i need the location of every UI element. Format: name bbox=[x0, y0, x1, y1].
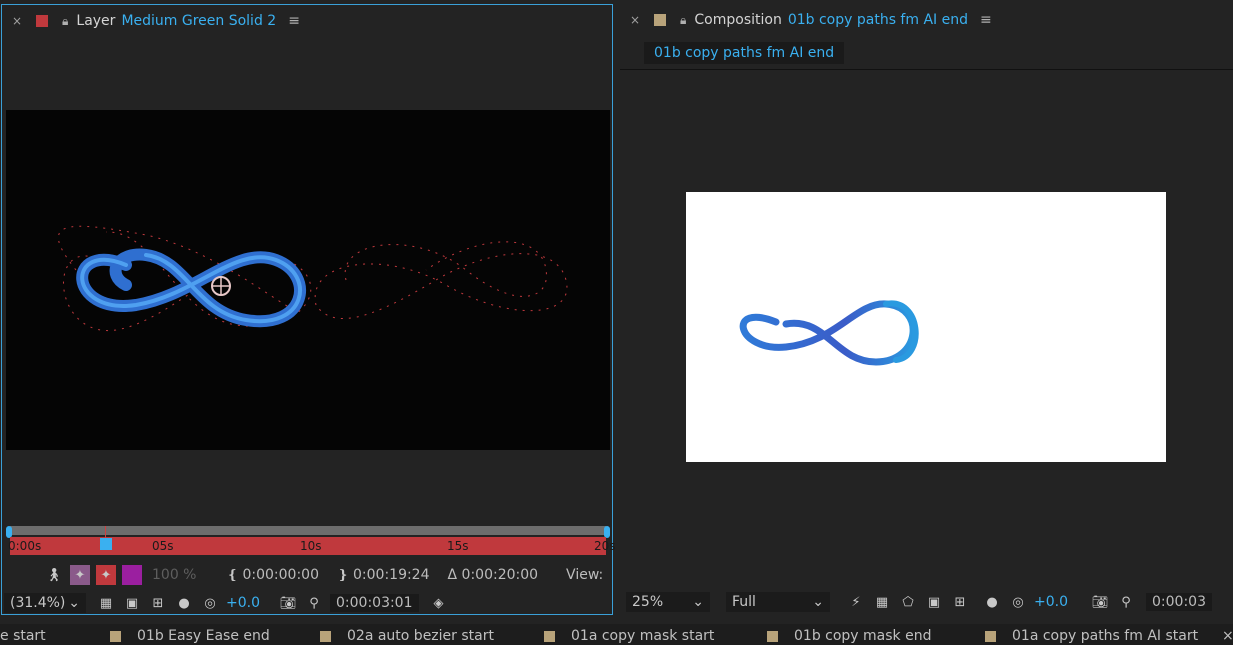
color-chip-icon[interactable] bbox=[122, 565, 142, 585]
label-color-swatch bbox=[320, 630, 331, 642]
exposure-reset-icon[interactable]: ◎ bbox=[1008, 592, 1028, 612]
mask-path-visibility-icon[interactable]: ⬠ bbox=[898, 592, 918, 612]
lock-icon[interactable]: 🔒︎ bbox=[680, 13, 686, 28]
magnification-value: 25% bbox=[632, 594, 664, 610]
close-icon[interactable]: × bbox=[12, 14, 26, 28]
tick-label: 05s bbox=[152, 539, 174, 553]
current-time-indicator[interactable] bbox=[100, 538, 112, 550]
timeline-tab[interactable]: e start bbox=[0, 628, 46, 644]
panel-menu-icon[interactable]: ≡ bbox=[288, 13, 300, 29]
chevron-down-icon: ⌄ bbox=[692, 594, 704, 610]
transparency-grid-icon[interactable]: ▦ bbox=[96, 593, 116, 613]
transparency-grid-icon[interactable]: ▦ bbox=[872, 592, 892, 612]
composition-tab[interactable]: × 🔒︎ Composition 01b copy paths fm AI en… bbox=[620, 4, 1233, 36]
resolution-value: Full bbox=[732, 594, 756, 610]
out-point-timecode[interactable]: 0:00:19:24 bbox=[353, 567, 430, 583]
magnification-dropdown[interactable]: (31.4%) ⌄ bbox=[4, 593, 86, 613]
infinity-ribbon-artwork bbox=[739, 300, 919, 366]
timeline-tab-label: 01b Easy Ease end bbox=[137, 628, 270, 644]
timeline-tab-label: 01a copy paths fm AI start bbox=[1012, 628, 1199, 644]
tick-label: 0:00s bbox=[8, 539, 42, 553]
motion-path-artwork bbox=[57, 225, 568, 331]
magnification-dropdown[interactable]: 25% ⌄ bbox=[626, 592, 710, 612]
tick-label: 15s bbox=[447, 539, 469, 553]
timeline-tab-label: e start bbox=[0, 628, 46, 644]
exposure-value[interactable]: +0.0 bbox=[226, 595, 260, 611]
timeline-tab-label: 01b copy mask end bbox=[794, 628, 932, 644]
panel-type-label: Layer bbox=[76, 13, 116, 29]
resolution-dropdown[interactable]: Full ⌄ bbox=[726, 592, 830, 612]
render-toggle-icon[interactable]: ◈ bbox=[429, 593, 449, 613]
current-timecode[interactable]: 0:00:03:01 bbox=[330, 594, 419, 612]
work-area-bar[interactable] bbox=[10, 526, 606, 535]
composition-name: 01b copy paths fm AI end bbox=[787, 12, 968, 28]
timeline-tab-label: 02a auto bezier start bbox=[347, 628, 494, 644]
label-color-swatch[interactable] bbox=[654, 14, 666, 26]
tick-label: 10s bbox=[300, 539, 322, 553]
layer-panel: × 🔒︎ Layer Medium Green Solid 2 ≡ 0:00s bbox=[1, 4, 616, 615]
exposure-value[interactable]: +0.0 bbox=[1034, 594, 1068, 610]
camera-icon[interactable]: 📷︎ bbox=[278, 593, 298, 613]
puppet-starch-icon[interactable]: ✦ bbox=[96, 565, 116, 585]
exposure-reset-icon[interactable]: ◎ bbox=[200, 593, 220, 613]
tick-label: 20s bbox=[594, 539, 616, 553]
composition-viewer[interactable] bbox=[686, 192, 1166, 462]
timeline-tab[interactable]: 01a copy paths fm AI start bbox=[985, 628, 1198, 644]
fast-previews-icon[interactable]: ⚡ bbox=[846, 592, 866, 612]
set-out-point-icon[interactable]: ❵ bbox=[333, 565, 353, 585]
timeline-tab[interactable]: 01a copy mask start bbox=[544, 628, 714, 644]
divider bbox=[620, 69, 1233, 70]
puppet-walk-icon[interactable]: 🚶︎ bbox=[44, 565, 64, 585]
close-icon[interactable]: × bbox=[1222, 628, 1233, 644]
mask-visibility-icon[interactable]: ▣ bbox=[122, 593, 142, 613]
current-timecode[interactable]: 0:00:03 bbox=[1146, 593, 1212, 611]
layer-controls-row: 🚶︎ ✦ ✦ 100 % ❴ 0:00:00:00 ❵ 0:00:19:24 Δ… bbox=[4, 563, 612, 587]
timeline-tab-label: 01a copy mask start bbox=[571, 628, 715, 644]
layer-viewer-toolbar: (31.4%) ⌄ ▦ ▣ ⊞ ● ◎ +0.0 📷︎ ⚲ 0:00:03:01… bbox=[4, 591, 612, 615]
label-color-swatch bbox=[544, 630, 555, 642]
show-snapshot-icon[interactable]: ⚲ bbox=[304, 593, 324, 613]
region-of-interest-icon[interactable]: ▣ bbox=[924, 592, 944, 612]
panel-type-label: Composition bbox=[694, 12, 782, 28]
channel-rgb-icon[interactable]: ● bbox=[982, 592, 1002, 612]
grid-guides-icon[interactable]: ⊞ bbox=[950, 592, 970, 612]
close-icon[interactable]: × bbox=[630, 13, 644, 27]
duration-readout: Δ 0:00:20:00 bbox=[447, 567, 539, 583]
channel-rgb-icon[interactable]: ● bbox=[174, 593, 194, 613]
set-in-point-icon[interactable]: ❴ bbox=[222, 565, 242, 585]
opacity-value: 100 % bbox=[152, 567, 197, 583]
composition-breadcrumb[interactable]: 01b copy paths fm AI end bbox=[644, 42, 845, 64]
composition-panel: × 🔒︎ Composition 01b copy paths fm AI en… bbox=[620, 4, 1233, 615]
current-time-line bbox=[105, 526, 106, 538]
camera-icon[interactable]: 📷︎ bbox=[1090, 592, 1110, 612]
puppet-pin-icon[interactable]: ✦ bbox=[70, 565, 90, 585]
label-color-swatch bbox=[985, 630, 996, 642]
label-color-swatch bbox=[767, 630, 778, 642]
timeline-tab[interactable]: 02a auto bezier start bbox=[320, 628, 494, 644]
show-snapshot-icon[interactable]: ⚲ bbox=[1116, 592, 1136, 612]
chevron-down-icon: ⌄ bbox=[68, 595, 80, 611]
label-color-swatch bbox=[110, 630, 121, 642]
lock-icon[interactable]: 🔒︎ bbox=[62, 14, 68, 29]
composition-viewer-toolbar: 25% ⌄ Full ⌄ ⚡ ▦ ⬠ ▣ ⊞ ● ◎ +0.0 📷︎ ⚲ 0:0… bbox=[626, 590, 1233, 614]
chevron-down-icon: ⌄ bbox=[812, 594, 824, 610]
layer-viewer[interactable] bbox=[6, 110, 610, 450]
panel-menu-icon[interactable]: ≡ bbox=[980, 12, 992, 28]
region-of-interest-icon[interactable]: ⊞ bbox=[148, 593, 168, 613]
layer-tab[interactable]: × 🔒︎ Layer Medium Green Solid 2 ≡ bbox=[2, 5, 612, 37]
layer-name: Medium Green Solid 2 bbox=[121, 13, 277, 29]
timeline-tab-bar: e start 01b Easy Ease end 02a auto bezie… bbox=[0, 624, 1233, 645]
view-label: View: bbox=[566, 567, 604, 583]
timeline-tab[interactable]: 01b copy mask end bbox=[767, 628, 931, 644]
in-point-timecode[interactable]: 0:00:00:00 bbox=[242, 567, 319, 583]
layer-time-navigator[interactable]: 0:00s 05s 10s 15s 20s bbox=[6, 526, 616, 555]
magnification-value: (31.4%) bbox=[10, 595, 66, 611]
label-color-swatch[interactable] bbox=[36, 15, 48, 27]
timeline-tab[interactable]: 01b Easy Ease end bbox=[110, 628, 270, 644]
